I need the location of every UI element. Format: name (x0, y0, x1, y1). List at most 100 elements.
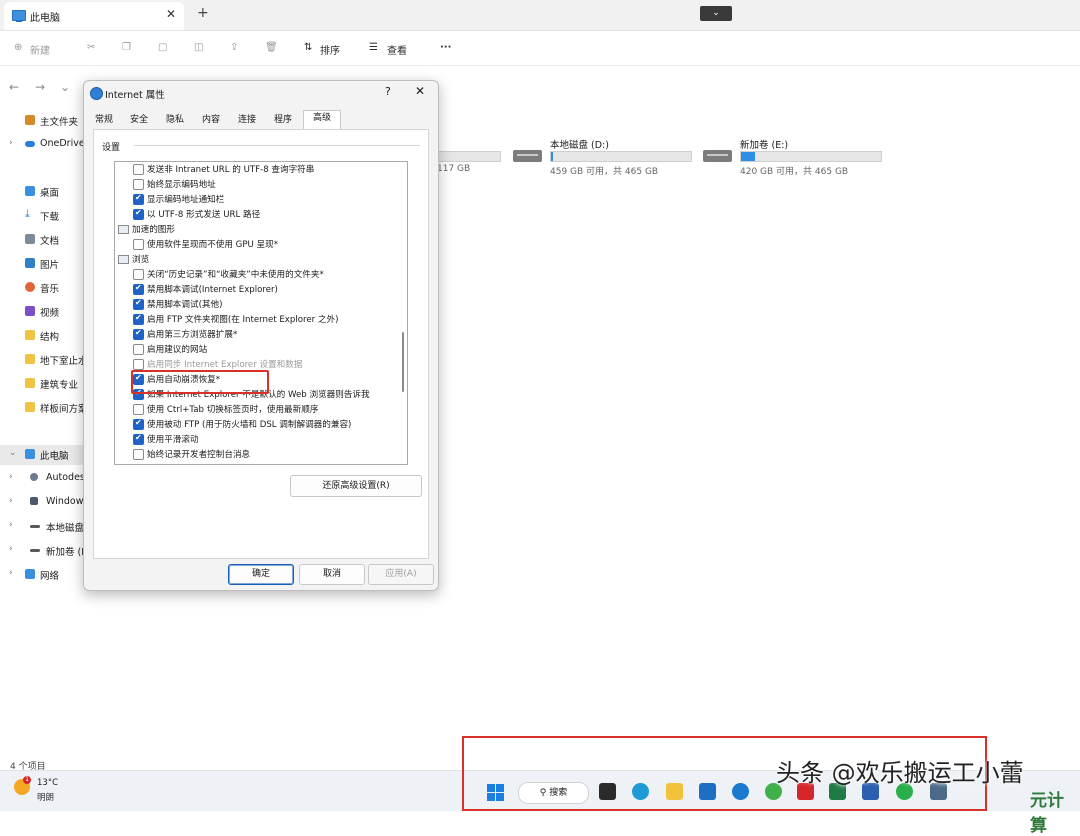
expand-icon[interactable]: ⌄ (9, 448, 17, 458)
checkbox-unchecked[interactable] (133, 164, 144, 175)
checkbox-unchecked[interactable] (133, 404, 144, 415)
forward-icon[interactable]: → (35, 80, 45, 94)
sidebar-item-drive[interactable]: › Autodesk (0, 469, 84, 489)
view-icon[interactable]: ☰ (369, 42, 378, 53)
checkbox-unchecked[interactable] (133, 269, 144, 280)
new-icon[interactable]: ⊕ (14, 42, 22, 53)
recent-locations-icon[interactable]: ⌄ (60, 80, 70, 94)
network-icon (25, 569, 35, 579)
settings-list[interactable]: 发送非 Intranet URL 的 UTF-8 查询字符串始终显示编码地址显示… (114, 161, 408, 465)
weather-temperature[interactable]: 13°C (37, 778, 58, 788)
drive-name: 新加卷 (E:) (740, 140, 789, 151)
sidebar-item-folder[interactable]: 样板间方案 (0, 398, 84, 418)
tab-this-pc[interactable]: 此电脑 ✕ (4, 2, 184, 30)
expand-icon[interactable]: › (9, 520, 13, 530)
checkbox-checked[interactable] (133, 193, 144, 205)
restore-advanced-settings-button[interactable]: 还原高级设置(R) (290, 475, 422, 497)
drive-d[interactable]: 本地磁盘 (D:) 459 GB 可用，共 465 GB (513, 133, 703, 179)
tab-general[interactable]: 常规 (92, 113, 116, 129)
sidebar-item-onedrive[interactable]: › OneDrive (0, 135, 84, 155)
setting-checkbox-row[interactable]: 始终显示编码地址 (115, 177, 385, 192)
home-icon (25, 115, 35, 125)
drive-e[interactable]: 新加卷 (E:) 420 GB 可用，共 465 GB (703, 133, 893, 179)
expand-icon[interactable]: › (9, 544, 13, 554)
sidebar-item-desktop[interactable]: 桌面 (0, 182, 84, 202)
sidebar-item-pictures[interactable]: 图片 (0, 254, 84, 274)
setting-checkbox-row[interactable]: 始终记录开发者控制台消息 (115, 447, 385, 462)
delete-icon[interactable]: 🗑 (265, 42, 278, 53)
sidebar-item-folder[interactable]: 结构 (0, 326, 84, 346)
close-icon[interactable]: ✕ (166, 7, 176, 21)
checkbox-checked[interactable] (133, 208, 144, 220)
setting-checkbox-row[interactable]: 以 UTF-8 形式发送 URL 路径 (115, 207, 385, 222)
setting-checkbox-row[interactable]: 启用建议的网站 (115, 342, 385, 357)
copy-icon[interactable]: ❐ (122, 42, 131, 53)
chevron-down-icon[interactable]: ⌄ (700, 6, 732, 21)
weather-description[interactable]: 明朗 (37, 791, 54, 803)
expand-icon[interactable]: › (9, 138, 13, 148)
setting-checkbox-row[interactable]: 禁用脚本调试(Internet Explorer) (115, 282, 385, 297)
sidebar-item-downloads[interactable]: ⤓ 下载 (0, 206, 84, 226)
checkbox-checked[interactable] (133, 283, 144, 295)
checkbox-unchecked[interactable] (133, 179, 144, 190)
apply-button[interactable]: 应用(A) (368, 564, 434, 585)
sort-button[interactable]: 排序 (320, 42, 340, 57)
sidebar-item-drive[interactable]: › Windows (0, 493, 84, 513)
setting-checkbox-row[interactable]: 显示编码地址通知栏 (115, 192, 385, 207)
sidebar-item-folder[interactable]: 地下室止水 (0, 350, 84, 370)
rename-icon[interactable]: ◫ (194, 42, 203, 53)
setting-checkbox-row[interactable]: 使用平滑滚动 (115, 432, 385, 447)
checkbox-checked[interactable] (133, 313, 144, 325)
cut-icon[interactable]: ✂ (87, 42, 95, 53)
sidebar-item-music[interactable]: 音乐 (0, 278, 84, 298)
close-icon[interactable]: ✕ (415, 84, 425, 98)
tab-content[interactable]: 内容 (198, 113, 224, 129)
more-options-icon[interactable]: ··· (440, 42, 451, 53)
sidebar-item-network[interactable]: › 网络 (0, 565, 84, 585)
paste-icon[interactable]: ▢ (158, 42, 167, 53)
sidebar-item-home[interactable]: 主文件夹 (0, 111, 84, 131)
tab-privacy[interactable]: 隐私 (162, 113, 188, 129)
sort-icon[interactable]: ⇅ (304, 42, 312, 53)
checkbox-unchecked[interactable] (133, 344, 144, 355)
setting-checkbox-row[interactable]: 启用 FTP 文件夹视图(在 Internet Explorer 之外) (115, 312, 385, 327)
ok-button[interactable]: 确定 (228, 564, 294, 585)
add-tab-icon[interactable]: + (197, 5, 209, 21)
setting-label: 使用被动 FTP (用于防火墙和 DSL 调制解调器的兼容) (147, 420, 352, 430)
expand-icon[interactable]: › (9, 568, 13, 578)
back-icon[interactable]: ← (9, 80, 19, 94)
share-icon[interactable]: ⇪ (230, 42, 238, 53)
view-button[interactable]: 查看 (387, 42, 407, 57)
tab-advanced[interactable]: 高级 (303, 110, 341, 131)
setting-checkbox-row[interactable]: 使用软件呈现而不使用 GPU 呈现* (115, 237, 385, 252)
expand-icon[interactable]: › (9, 472, 13, 482)
checkbox-checked[interactable] (133, 433, 144, 445)
checkbox-unchecked[interactable] (133, 449, 144, 460)
scrollbar[interactable] (399, 162, 407, 464)
setting-checkbox-row[interactable]: 使用 Ctrl+Tab 切换标签页时，使用最新顺序 (115, 402, 385, 417)
checkbox-checked[interactable] (133, 418, 144, 430)
tab-security[interactable]: 安全 (126, 113, 152, 129)
setting-checkbox-row[interactable]: 关闭“历史记录”和“收藏夹”中未使用的文件夹* (115, 267, 385, 282)
checkbox-unchecked[interactable] (133, 359, 144, 370)
sidebar-item-documents[interactable]: 文档 (0, 230, 84, 250)
setting-checkbox-row[interactable]: 发送非 Intranet URL 的 UTF-8 查询字符串 (115, 162, 385, 177)
tab-programs[interactable]: 程序 (270, 113, 296, 129)
expand-icon[interactable]: › (9, 496, 13, 506)
checkbox-checked[interactable] (133, 328, 144, 340)
sidebar-item-drive[interactable]: › 本地磁盘 (0, 517, 84, 537)
sidebar-item-videos[interactable]: 视频 (0, 302, 84, 322)
setting-checkbox-row[interactable]: 使用被动 FTP (用于防火墙和 DSL 调制解调器的兼容) (115, 417, 385, 432)
scrollbar-thumb[interactable] (402, 332, 404, 392)
tab-connections[interactable]: 连接 (234, 113, 260, 129)
sidebar-item-drive[interactable]: › 新加卷 (E (0, 541, 84, 561)
cancel-button[interactable]: 取消 (299, 564, 365, 585)
checkbox-unchecked[interactable] (133, 239, 144, 250)
sidebar-item-this-pc[interactable]: ⌄ 此电脑 (0, 445, 84, 465)
new-button[interactable]: 新建 (30, 42, 50, 57)
setting-checkbox-row[interactable]: 启用第三方浏览器扩展* (115, 327, 385, 342)
sidebar-item-folder[interactable]: 建筑专业 (0, 374, 84, 394)
help-icon[interactable]: ? (385, 85, 391, 98)
checkbox-checked[interactable] (133, 298, 144, 310)
setting-checkbox-row[interactable]: 禁用脚本调试(其他) (115, 297, 385, 312)
